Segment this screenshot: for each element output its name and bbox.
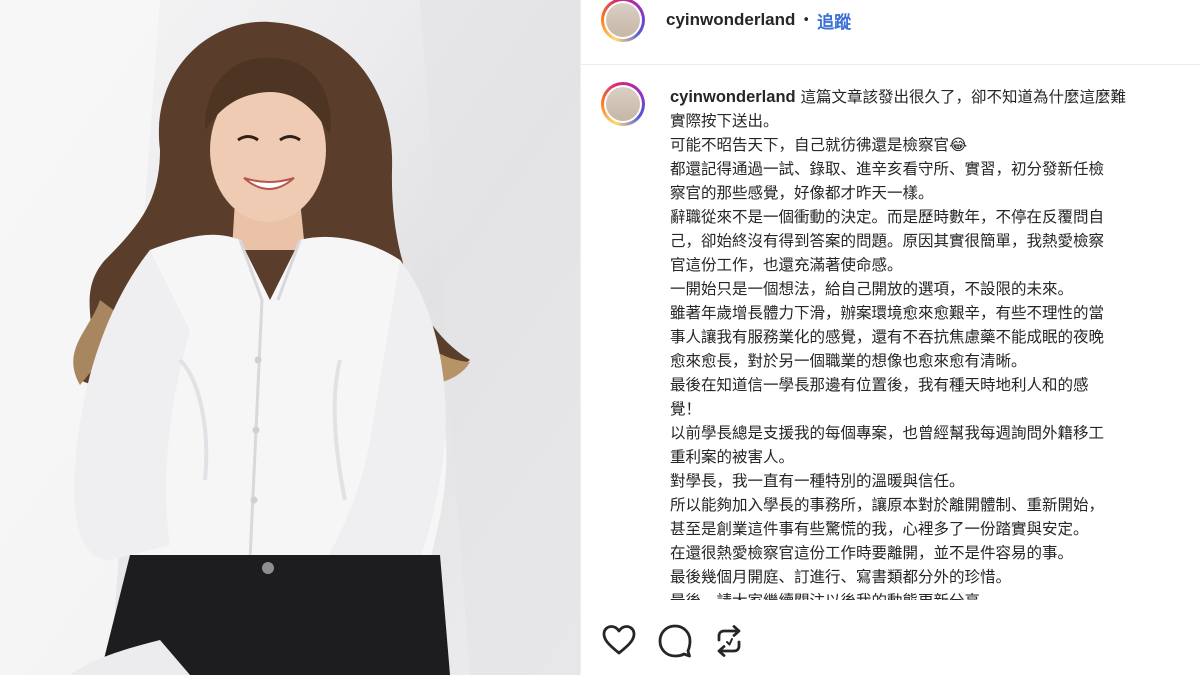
post-caption: cyinwonderland 這篇文章該發出很久了，卻不知道為什麼這麼難 實際按… <box>670 85 1200 600</box>
header-row: cyinwonderland • 追蹤 <box>666 8 851 33</box>
caption-line: 對學長，我一直有一種特別的溫暖與信任。 <box>670 472 965 490</box>
caption-scroll-area[interactable]: cyinwonderland 這篇文章該發出很久了，卻不知道為什麼這麼難 實際按… <box>670 85 1200 600</box>
caption-line: 察官的那些感覺，好像都才昨天一樣。 <box>670 184 934 202</box>
caption-line: 以前學長總是支援我的每個專案，也曾經幫我每週詢問外籍移工 <box>670 424 1105 442</box>
caption-line: 事人讓我有服務業化的感覺，還有不吞抗焦慮藥不能成眠的夜晚 <box>670 328 1105 346</box>
comment-icon <box>658 624 692 658</box>
portrait-illustration <box>0 0 580 675</box>
post-photo <box>0 0 580 675</box>
caption-line: 己，卻始終沒有得到答案的問題。原因其實很簡單，我熱愛檢察 <box>670 232 1105 250</box>
post-header: cyinwonderland • 追蹤 <box>581 0 1200 44</box>
post-action-bar <box>581 605 1200 675</box>
caption-line: 最後幾個月開庭、訂進行、寫書類都分外的珍惜。 <box>670 568 1012 586</box>
header-username[interactable]: cyinwonderland <box>666 10 795 30</box>
caption-line: 愈來愈長，對於另一個職業的想像也愈來愈有清晰。 <box>670 352 1027 370</box>
caption-line: 一開始只是一個想法，給自己開放的選項，不設限的未來。 <box>670 280 1074 298</box>
caption-line: 最後在知道信一學長那邊有位置後，我有種天時地利人和的感 <box>670 376 1089 394</box>
caption-avatar[interactable] <box>601 82 645 126</box>
caption-line: 官這份工作，也還充滿著使命感。 <box>670 256 903 274</box>
caption-line: 實際按下送出。 <box>670 112 779 130</box>
caption-line: cyinwonderland 這篇文章該發出很久了，卻不知道為什麼這麼難 <box>670 85 1200 109</box>
repost-arrows-icon <box>717 625 741 657</box>
caption-line-text: 這篇文章該發出很久了，卻不知道為什麼這麼難 <box>800 88 1127 106</box>
follow-button[interactable]: 追蹤 <box>817 8 851 33</box>
caption-username[interactable]: cyinwonderland <box>670 88 796 106</box>
caption-line: 覺！ <box>670 400 702 418</box>
caption-line: 辭職從來不是一個衝動的決定。而是歷時數年，不停在反覆問自 <box>670 208 1105 226</box>
repost-icon[interactable] <box>711 623 747 659</box>
avatar-photo <box>606 87 640 121</box>
like-heart-icon[interactable] <box>601 623 637 659</box>
caption-line: 可能不昭告天下，自己就彷彿還是檢察官😂 <box>670 136 968 154</box>
caption-line: 都還記得通過一試、錄取、進辛亥看守所、實習，初分發新任檢 <box>670 160 1105 178</box>
comment-bubble-icon[interactable] <box>657 623 693 659</box>
caption-line: 所以能夠加入學長的事務所，讓原本對於離開體制、重新開始， <box>670 496 1105 514</box>
caption-line: 在還很熱愛檢察官這份工作時要離開，並不是件容易的事。 <box>670 544 1074 562</box>
heart-icon <box>602 625 636 655</box>
header-separator: • <box>802 12 811 28</box>
avatar-photo <box>606 3 640 37</box>
caption-line: 最後，請大家繼續關注以後我的動態更新分享… <box>670 589 1200 600</box>
header-divider <box>581 64 1200 65</box>
header-avatar[interactable] <box>601 0 645 42</box>
post-panel: cyinwonderland • 追蹤 cyinwonderland 這篇文章該… <box>581 0 1200 675</box>
caption-line: 重利案的被害人。 <box>670 448 795 466</box>
caption-line: 甚至是創業這件事有些驚慌的我，心裡多了一份踏實與安定。 <box>670 520 1089 538</box>
caption-line: 雖著年歲增長體力下滑，辦案環境愈來愈艱辛，有些不理性的當 <box>670 304 1105 322</box>
